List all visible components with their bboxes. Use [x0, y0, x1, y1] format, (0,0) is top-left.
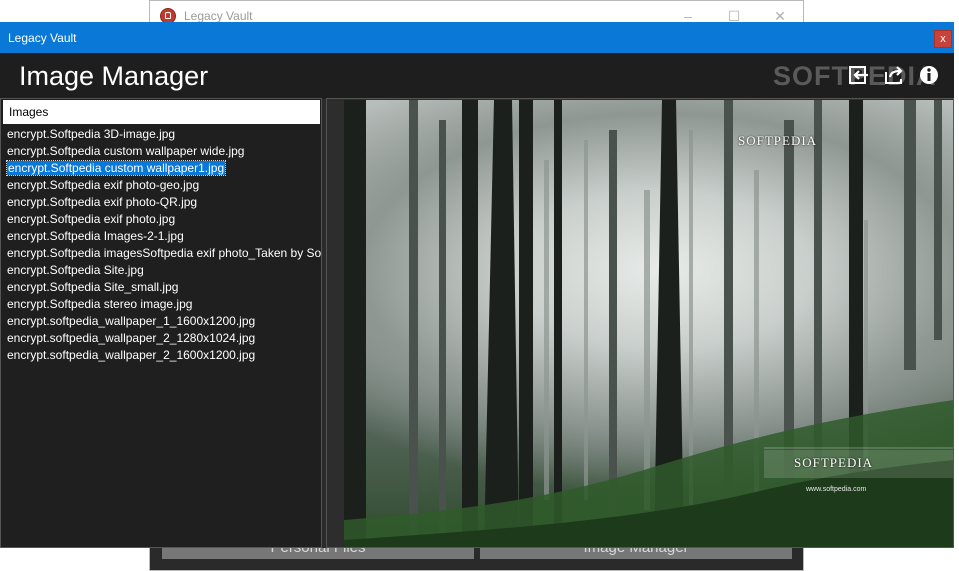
list-item[interactable]: encrypt.softpedia_wallpaper_2_1280x1024.… — [5, 330, 321, 347]
info-button[interactable] — [917, 63, 941, 87]
list-item[interactable]: encrypt.Softpedia 3D-image.jpg — [5, 126, 321, 143]
list-item[interactable]: encrypt.Softpedia exif photo.jpg — [5, 211, 321, 228]
list-item[interactable]: encrypt.softpedia_wallpaper_1_1600x1200.… — [5, 313, 321, 330]
page-title: Image Manager — [19, 61, 209, 91]
list-header: Images — [3, 100, 320, 124]
list-item-label: encrypt.Softpedia custom wallpaper wide.… — [7, 144, 245, 158]
list-item[interactable]: encrypt.Softpedia exif photo-QR.jpg — [5, 194, 321, 211]
list-item[interactable]: encrypt.Softpedia Images-2-1.jpg — [5, 228, 321, 245]
list-item[interactable]: encrypt.Softpedia exif photo-geo.jpg — [5, 177, 321, 194]
file-list[interactable]: encrypt.Softpedia 3D-image.jpg encrypt.So… — [5, 126, 321, 364]
image-manager-window: Legacy Vault x Image Manager SOFTPEDIA I… — [0, 22, 954, 548]
list-item-label: encrypt.Softpedia exif photo-geo.jpg — [7, 178, 200, 192]
list-item[interactable]: encrypt.Softpedia stereo image.jpg — [5, 296, 321, 313]
list-item-label: encrypt.Softpedia custom wallpaper1.jpg — [5, 160, 227, 176]
import-button[interactable] — [847, 63, 871, 87]
list-item-label: encrypt.Softpedia Site_small.jpg — [7, 280, 179, 294]
window-titlebar[interactable]: Legacy Vault x — [0, 22, 954, 53]
list-item-label: encrypt.Softpedia 3D-image.jpg — [7, 127, 176, 141]
forest-scene — [344, 100, 953, 547]
list-item-label: encrypt.softpedia_wallpaper_1_1600x1200.… — [7, 314, 256, 328]
list-item-label: encrypt.softpedia_wallpaper_2_1280x1024.… — [7, 331, 256, 345]
export-icon — [885, 66, 903, 84]
list-item[interactable]: encrypt.Softpedia custom wallpaper1.jpg — [5, 160, 321, 177]
list-item-label: encrypt.Softpedia Site.jpg — [7, 263, 144, 277]
image-list-panel: Images encrypt.Softpedia 3D-image.jpg enc… — [0, 98, 322, 548]
watermark-bottom: SOFTPEDIA — [794, 455, 874, 470]
background-window-title: Legacy Vault — [184, 9, 253, 23]
list-item[interactable]: encrypt.Softpedia custom wallpaper wide.… — [5, 143, 321, 160]
watermark-url: www.softpedia.com — [806, 486, 867, 493]
close-button[interactable]: x — [934, 30, 952, 48]
page-header: Image Manager SOFTPEDIA — [0, 53, 954, 99]
list-item[interactable]: encrypt.Softpedia Site.jpg — [5, 262, 321, 279]
list-item-label: encrypt.softpedia_wallpaper_2_1600x1200.… — [7, 348, 256, 362]
list-item-label: encrypt.Softpedia exif photo.jpg — [7, 212, 176, 226]
export-button[interactable] — [882, 63, 906, 87]
image-preview-panel: SOFTPEDIA SOFTPEDIA www.softpedia.com — [326, 98, 954, 548]
list-item-label: encrypt.Softpedia Images-2-1.jpg — [7, 229, 184, 243]
list-item[interactable]: encrypt.Softpedia Site_small.jpg — [5, 279, 321, 296]
list-item-label: encrypt.Softpedia stereo image.jpg — [7, 297, 193, 311]
list-item-label: encrypt.Softpedia imagesSoftpedia exif p… — [7, 246, 321, 260]
import-icon — [849, 66, 868, 84]
list-item[interactable]: encrypt.softpedia_wallpaper_2_1600x1200.… — [5, 347, 321, 364]
list-item[interactable]: encrypt.Softpedia imagesSoftpedia exif p… — [5, 245, 321, 262]
window-title: Legacy Vault — [8, 31, 77, 45]
list-item-label: encrypt.Softpedia exif photo-QR.jpg — [7, 195, 198, 209]
info-icon — [920, 66, 938, 84]
watermark-top: SOFTPEDIA — [738, 133, 818, 148]
preview-image: SOFTPEDIA SOFTPEDIA www.softpedia.com — [344, 100, 953, 547]
